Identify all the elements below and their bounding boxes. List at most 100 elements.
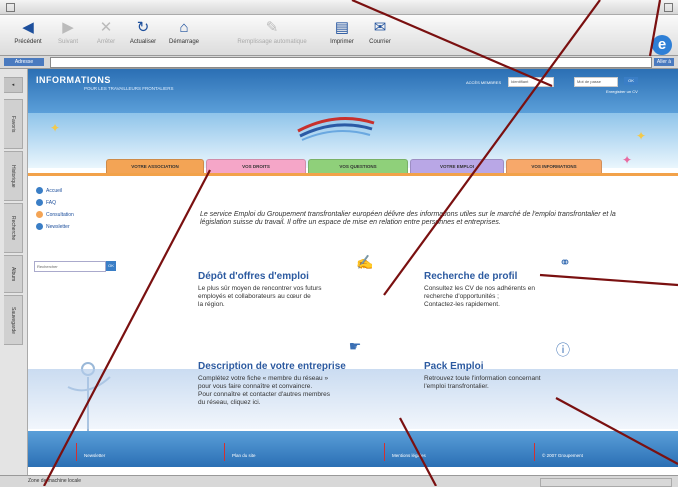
company-description-link[interactable]: du réseau, cliquez ici.: [198, 399, 330, 407]
back-arrow-icon: ◀: [22, 19, 34, 36]
home-icon: [36, 187, 43, 195]
forward-arrow-icon: ▶: [62, 19, 74, 36]
status-bar: Zone de machine locale: [0, 475, 678, 487]
info-icon: ⓘ: [556, 342, 570, 358]
tab-label: VOTRE EMPLOI: [439, 164, 474, 169]
footer-divider: [534, 443, 535, 461]
profile-search-line: recherche d'opportunités ;: [424, 293, 499, 300]
browser-toolbar: ◀ Précédent ▶ Suivant ✕ Arrêter ↻ Actual…: [0, 15, 678, 56]
pack-emploi-line: l'emploi transfrontalier.: [424, 383, 489, 390]
window-titlebar: [0, 0, 678, 15]
home-button[interactable]: ⌂ Démarrage: [164, 18, 204, 52]
address-input[interactable]: [50, 57, 652, 68]
back-button[interactable]: ◀ Précédent: [8, 18, 48, 52]
forward-button[interactable]: ▶ Suivant: [50, 18, 86, 52]
sidebar-search-input[interactable]: Rechercher: [34, 261, 106, 272]
profile-search-line: Consultez les CV de nos adhérents en: [424, 285, 535, 292]
window-close-icon[interactable]: [664, 3, 673, 12]
sidebar-item-label: Newsletter: [46, 224, 70, 230]
job-offer-title[interactable]: Dépôt d'offres d'emploi: [198, 271, 309, 282]
company-description-text: Complétez votre fiche « membre du réseau…: [198, 375, 330, 407]
pack-emploi-text: Retrouvez toute l'information concernant…: [424, 375, 541, 391]
sidebar-item-accueil[interactable]: Accueil: [36, 187, 62, 196]
group-logo: [297, 117, 375, 141]
footer-legal-link[interactable]: Mentions légales: [392, 453, 426, 458]
explorer-tab-saved[interactable]: Sauvegarde: [4, 295, 23, 345]
home-label: Démarrage: [168, 39, 199, 45]
go-button[interactable]: Aller à: [654, 58, 674, 66]
footer-copyright: © 2007 Groupement: [542, 453, 583, 458]
company-description-line: pour vous faire connaître et convaincre.: [198, 383, 313, 390]
sidebar-item-consultation[interactable]: Consultation: [36, 211, 74, 220]
site-title[interactable]: INFORMATIONS: [36, 75, 111, 85]
mail-icon: ✉: [373, 19, 387, 36]
footer-divider: [224, 443, 225, 461]
web-content: INFORMATIONS POUR LES TRAVAILLEURS FRONT…: [28, 69, 678, 475]
home-icon: ⌂: [179, 19, 189, 36]
tab-label: VOS QUESTIONS: [339, 164, 377, 169]
explorer-tab-album[interactable]: Album: [4, 255, 23, 293]
intro-text: Le service Emploi du Groupement transfro…: [200, 211, 616, 226]
stop-button[interactable]: ✕ Arrêter: [88, 18, 124, 52]
job-offer-line: la région.: [198, 301, 225, 308]
mail-label: Courrier: [369, 39, 391, 45]
explorer-tab-history[interactable]: Historique: [4, 151, 23, 201]
profile-search-title[interactable]: Recherche de profil: [424, 271, 517, 282]
profile-search-text: Consultez les CV de nos adhérents en rec…: [424, 285, 535, 309]
window-menu-icon[interactable]: [6, 3, 15, 12]
company-description-title[interactable]: Description de votre entreprise: [198, 361, 346, 372]
sidebar-item-label: Accueil: [46, 188, 63, 194]
explorer-collapse-tab[interactable]: ◂: [4, 77, 23, 93]
autofill-label: Remplissage automatique: [237, 39, 307, 45]
mail-button[interactable]: ✉ Courrier: [362, 18, 398, 52]
sidebar-search-button[interactable]: OK: [106, 261, 116, 271]
forward-label: Suivant: [57, 39, 78, 45]
star-decoration-icon: ✦: [636, 129, 647, 143]
tab-label: VOTRE ASSOCIATION: [131, 164, 179, 169]
autofill-button[interactable]: ✎ Remplissage automatique: [232, 18, 312, 52]
refresh-button[interactable]: ↻ Actualiser: [124, 18, 162, 52]
register-cv-link[interactable]: Enregistrer un CV: [606, 89, 638, 94]
pack-emploi-title[interactable]: Pack Emploi: [424, 361, 483, 372]
member-login-input[interactable]: Identifiant: [508, 77, 554, 87]
member-password-input[interactable]: Mot de passe: [574, 77, 618, 87]
nav-underline: [28, 173, 678, 176]
explorer-collapse-icon: ◂: [10, 82, 16, 88]
binoculars-icon: ⚭: [559, 254, 571, 270]
company-description-line: Pour connaître et contacter d'autres mem…: [198, 391, 331, 398]
sidebar-item-label: FAQ: [46, 200, 57, 206]
sidebar-item-newsletter[interactable]: Newsletter: [36, 223, 70, 232]
site-subtitle: POUR LES TRAVAILLEURS FRONTALIERS: [84, 86, 174, 91]
member-login-button[interactable]: OK: [624, 77, 638, 85]
faq-icon: [36, 199, 43, 207]
back-label: Précédent: [14, 39, 42, 45]
pen-icon: ✍: [356, 254, 374, 270]
footer-sitemap-link[interactable]: Plan du site: [232, 453, 256, 458]
footer-divider: [76, 443, 77, 461]
status-text: Zone de machine locale: [28, 478, 82, 484]
explorer-tab-search[interactable]: Recherche: [4, 203, 23, 253]
stop-label: Arrêter: [96, 39, 116, 45]
star-decoration-icon: ✦: [50, 121, 61, 135]
newsletter-icon: [36, 223, 43, 231]
address-bar: Adresse Aller à: [0, 56, 678, 69]
content-band: [28, 369, 678, 429]
sidebar-item-label: Consultation: [46, 212, 74, 218]
explorer-tab-favorites[interactable]: Favoris: [4, 99, 23, 149]
refresh-icon: ↻: [136, 19, 150, 36]
company-description-line: Complétez votre fiche « membre du réseau…: [198, 375, 329, 382]
pack-emploi-line: Retrouvez toute l'information concernant: [424, 375, 541, 382]
profile-search-line: Contactez-les rapidement.: [424, 301, 500, 308]
tab-label: VOS INFORMATIONS: [531, 164, 577, 169]
site-footer: Newsletter Plan du site Mentions légales…: [28, 431, 678, 467]
print-button[interactable]: ▤ Imprimer: [324, 18, 360, 52]
sidebar-item-faq[interactable]: FAQ: [36, 199, 56, 208]
browser-logo-icon: e: [652, 35, 672, 55]
job-offer-line: employés et collaborateurs au cœur de: [198, 293, 311, 300]
footer-newsletter-link[interactable]: Newsletter: [84, 453, 105, 458]
consultation-icon: [36, 211, 43, 219]
address-label: Adresse: [4, 58, 44, 66]
explorer-bar: ◂ Favoris Historique Recherche Album Sau…: [0, 69, 28, 475]
job-offer-line: Le plus sûr moyen de rencontrer vos futu…: [198, 285, 322, 292]
stop-icon: ✕: [99, 19, 113, 36]
